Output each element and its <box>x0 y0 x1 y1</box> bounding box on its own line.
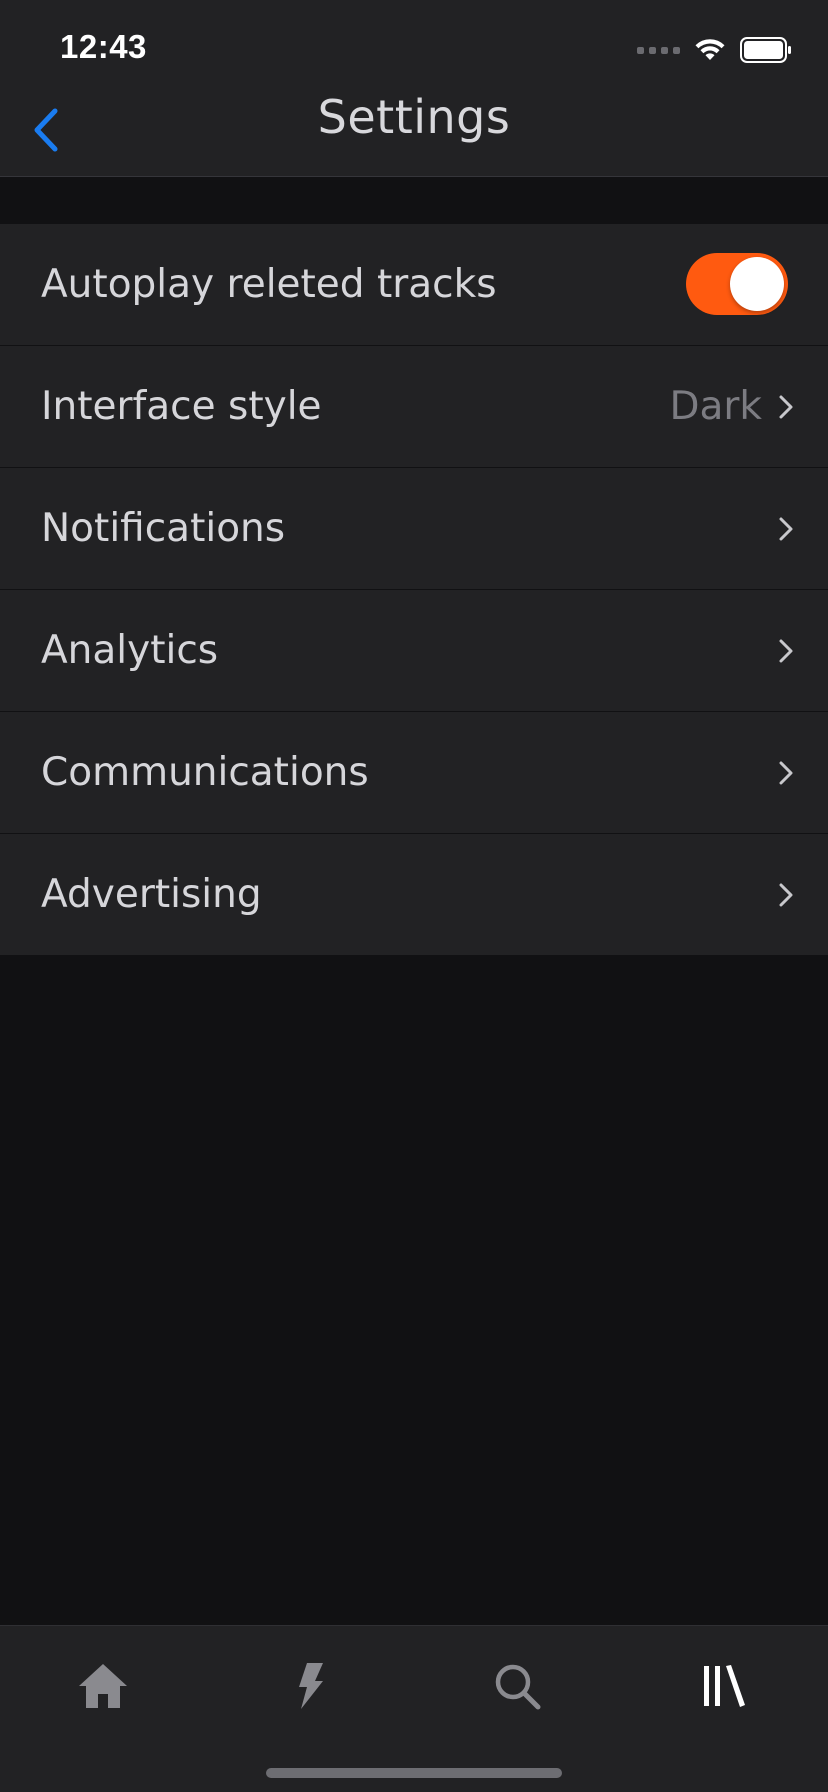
tab-library[interactable] <box>684 1654 764 1718</box>
autoplay-toggle[interactable] <box>686 253 788 315</box>
home-icon <box>79 1664 127 1708</box>
row-value: Dark <box>669 384 762 429</box>
row-label: Interface style <box>41 384 322 429</box>
toggle-knob <box>730 257 784 311</box>
settings-screen: 12:43 Settings Autoplay releted tracks I… <box>0 0 828 1792</box>
chevron-right-icon <box>779 517 793 541</box>
battery-icon <box>740 37 791 63</box>
lightning-icon <box>299 1663 323 1709</box>
search-icon <box>495 1664 541 1710</box>
settings-row-autoplay[interactable]: Autoplay releted tracks <box>0 224 828 346</box>
settings-list: Autoplay releted tracks Interface style … <box>0 224 828 955</box>
tab-bar <box>0 1625 828 1792</box>
wifi-icon <box>695 39 725 60</box>
row-label: Advertising <box>41 872 262 917</box>
navigation-header: 12:43 Settings <box>0 0 828 177</box>
row-label: Notifications <box>41 506 286 551</box>
row-label: Communications <box>41 750 369 795</box>
home-indicator <box>266 1768 562 1778</box>
settings-row-analytics[interactable]: Analytics <box>0 590 828 712</box>
chevron-right-icon <box>779 883 793 907</box>
settings-row-notifications[interactable]: Notifications <box>0 468 828 590</box>
settings-row-advertising[interactable]: Advertising <box>0 834 828 955</box>
row-label: Analytics <box>41 628 219 673</box>
tab-search[interactable] <box>477 1654 557 1718</box>
chevron-right-icon <box>779 395 793 419</box>
signal-dots-icon <box>637 46 680 54</box>
tab-home[interactable] <box>63 1654 143 1718</box>
status-time: 12:43 <box>60 28 147 65</box>
chevron-right-icon <box>779 639 793 663</box>
library-icon <box>704 1665 745 1707</box>
chevron-right-icon <box>779 761 793 785</box>
page-title: Settings <box>317 90 511 144</box>
settings-row-communications[interactable]: Communications <box>0 712 828 834</box>
row-label: Autoplay releted tracks <box>41 262 497 307</box>
settings-row-interface-style[interactable]: Interface style Dark <box>0 346 828 468</box>
status-icons <box>637 36 792 64</box>
tab-activity[interactable] <box>270 1654 350 1718</box>
